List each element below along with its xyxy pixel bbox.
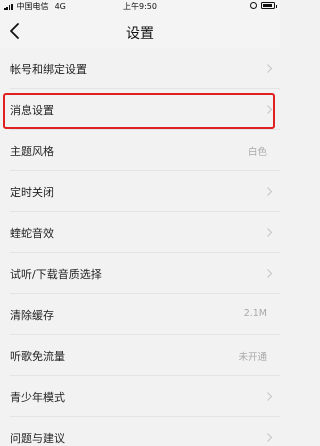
status-time: 上午9:50	[123, 2, 157, 11]
battery-icon	[261, 2, 277, 9]
chevron-right-icon	[267, 228, 272, 237]
settings-item-value: 未开通	[238, 352, 267, 363]
settings-item-message[interactable]: 消息设置	[0, 89, 280, 130]
chevron-right-icon	[267, 433, 272, 442]
settings-item-sound-effect[interactable]: 蝰蛇音效	[0, 212, 280, 253]
settings-item-free-data[interactable]: 听歌免流量 未开通	[0, 335, 280, 376]
settings-item-clear-cache[interactable]: 清除缓存 2.1M	[0, 294, 280, 335]
settings-item-label: 试听/下载音质选择	[10, 268, 102, 281]
settings-item-feedback[interactable]: 问题与建议	[0, 417, 280, 446]
chevron-right-icon	[267, 105, 272, 114]
settings-item-label: 定时关闭	[10, 186, 54, 199]
settings-item-label: 问题与建议	[10, 432, 65, 445]
settings-item-audio-quality[interactable]: 试听/下载音质选择	[0, 253, 280, 294]
settings-item-label: 主题风格	[10, 145, 54, 158]
chevron-right-icon	[267, 64, 272, 73]
settings-item-label: 青少年模式	[10, 391, 65, 404]
chevron-right-icon	[267, 187, 272, 196]
settings-item-teen-mode[interactable]: 青少年模式	[0, 376, 280, 417]
settings-item-value: 2.1M	[243, 308, 267, 319]
settings-item-label: 帐号和绑定设置	[10, 63, 87, 76]
settings-item-label: 蝰蛇音效	[10, 227, 54, 240]
alarm-icon	[250, 2, 257, 9]
nav-bar: 设置	[0, 14, 280, 48]
settings-item-account-binding[interactable]: 帐号和绑定设置	[0, 48, 280, 89]
settings-item-label: 消息设置	[10, 104, 54, 117]
settings-item-value: 白色	[247, 147, 267, 158]
settings-item-sleep-timer[interactable]: 定时关闭	[0, 171, 280, 212]
settings-list: 帐号和绑定设置 消息设置 主题风格 白色 定时关闭 蝰蛇音效 试听/下载音质选择…	[0, 48, 280, 446]
status-bar: 中国电信 4G 上午9:50	[0, 0, 280, 14]
settings-item-label: 清除缓存	[10, 309, 54, 322]
settings-item-label: 听歌免流量	[10, 350, 65, 363]
chevron-right-icon	[267, 269, 272, 278]
settings-item-theme[interactable]: 主题风格 白色	[0, 130, 280, 171]
page-title: 设置	[126, 26, 154, 42]
status-right	[250, 2, 277, 9]
chevron-right-icon	[267, 392, 272, 401]
